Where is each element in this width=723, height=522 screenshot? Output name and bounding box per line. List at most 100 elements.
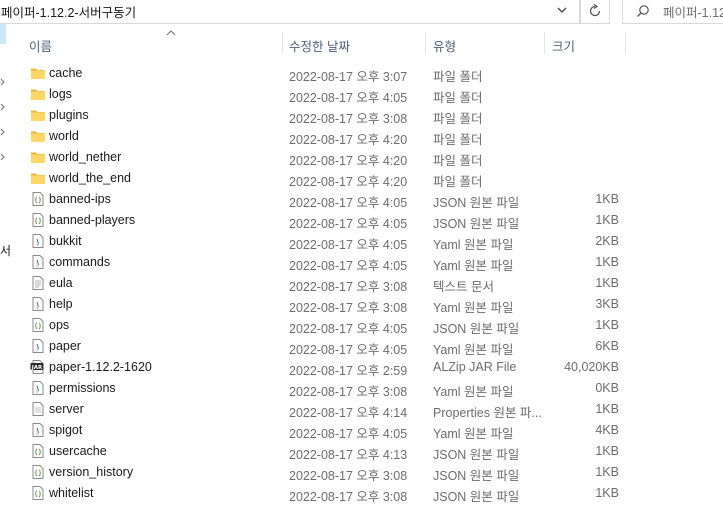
column-divider[interactable]	[625, 32, 626, 54]
file-type: 파일 폴더	[433, 112, 483, 126]
file-name: plugins	[49, 108, 89, 122]
file-name: bukkit	[49, 234, 82, 248]
nav-selected-item[interactable]	[0, 24, 6, 44]
column-divider[interactable]	[282, 32, 283, 54]
search-input[interactable]: 페이퍼-1.12	[663, 2, 723, 21]
file-row[interactable]: permissions 2022-08-17 오후 3:08 Yaml 원본 파일 0…	[0, 378, 723, 399]
file-row[interactable]: eula 2022-08-17 오후 3:08 텍스트 문서 1KB	[0, 273, 723, 294]
yaml-file-icon	[30, 380, 46, 396]
refresh-button[interactable]	[580, 0, 610, 24]
file-row[interactable]: ops 2022-08-17 오후 4:05 JSON 원본 파일 1KB	[0, 315, 723, 336]
column-header: 이름 수정한 날짜 유형 크기	[20, 30, 720, 56]
file-name: paper-1.12.2-1620	[49, 360, 152, 374]
file-type: Yaml 원본 파일	[433, 385, 514, 399]
file-row[interactable]: banned-ips 2022-08-17 오후 4:05 JSON 원본 파일 1K…	[0, 189, 723, 210]
file-row[interactable]: spigot 2022-08-17 오후 4:05 Yaml 원본 파일 4KB	[0, 420, 723, 441]
file-type: 파일 폴더	[433, 91, 483, 105]
file-date-modified: 2022-08-17 오후 3:07	[289, 70, 408, 84]
file-date-modified: 2022-08-17 오후 3:08	[289, 301, 408, 315]
column-type[interactable]: 유형	[433, 36, 456, 55]
file-size: 1KB	[595, 402, 619, 416]
file-name: banned-ips	[49, 192, 111, 206]
column-divider[interactable]	[425, 32, 426, 54]
file-name: spigot	[49, 423, 83, 437]
chevron-down-icon[interactable]	[555, 3, 569, 17]
file-type: JSON 원본 파일	[433, 469, 520, 483]
file-size: 1KB	[595, 465, 619, 479]
file-row[interactable]: usercache 2022-08-17 오후 4:13 JSON 원본 파일 1KB	[0, 441, 723, 462]
json-file-icon	[30, 212, 46, 228]
file-date-modified: 2022-08-17 오후 4:05	[289, 259, 408, 273]
file-size: 1KB	[595, 255, 619, 269]
file-date-modified: 2022-08-17 오후 3:08	[289, 112, 408, 126]
file-row[interactable]: plugins 2022-08-17 오후 3:08 파일 폴더	[0, 105, 723, 126]
file-date-modified: 2022-08-17 오후 4:05	[289, 196, 408, 210]
file-date-modified: 2022-08-17 오후 4:20	[289, 133, 408, 147]
column-name[interactable]: 이름	[29, 36, 52, 55]
file-name: logs	[49, 87, 72, 101]
file-size: 1KB	[595, 486, 619, 500]
file-name: cache	[49, 66, 83, 80]
file-type: JSON 원본 파일	[433, 217, 520, 231]
file-row[interactable]: bukkit 2022-08-17 오후 4:05 Yaml 원본 파일 2KB	[0, 231, 723, 252]
column-size[interactable]: 크기	[552, 36, 575, 55]
file-type: JSON 원본 파일	[433, 322, 520, 336]
folder-icon	[30, 128, 46, 144]
file-row[interactable]: help 2022-08-17 오후 3:08 Yaml 원본 파일 3KB	[0, 294, 723, 315]
address-bar[interactable]: 페이퍼-1.12.2-서버구동기	[0, 0, 580, 24]
file-date-modified: 2022-08-17 오후 4:05	[289, 238, 408, 252]
file-type: Yaml 원본 파일	[433, 259, 514, 273]
file-size: 2KB	[595, 234, 619, 248]
file-type: ALZip JAR File	[433, 360, 517, 374]
file-name: version_history	[49, 465, 134, 479]
file-type: 파일 폴더	[433, 175, 483, 189]
column-divider[interactable]	[544, 32, 545, 54]
file-size: 1KB	[595, 276, 619, 290]
json-file-icon	[30, 485, 46, 501]
file-row[interactable]: version_history 2022-08-17 오후 3:08 JSON 원본…	[0, 462, 723, 483]
file-row[interactable]: world_the_end 2022-08-17 오후 4:20 파일 폴더	[0, 168, 723, 189]
file-row[interactable]: world 2022-08-17 오후 4:20 파일 폴더	[0, 126, 723, 147]
file-size: 6KB	[595, 339, 619, 353]
file-row[interactable]: world_nether 2022-08-17 오후 4:20 파일 폴더	[0, 147, 723, 168]
properties-file-icon	[30, 401, 46, 417]
file-type: Yaml 원본 파일	[433, 427, 514, 441]
sort-ascending-icon	[166, 30, 176, 36]
file-row[interactable]: cache 2022-08-17 오후 3:07 파일 폴더	[0, 63, 723, 84]
file-date-modified: 2022-08-17 오후 4:05	[289, 217, 408, 231]
json-file-icon	[30, 317, 46, 333]
file-row[interactable]: logs 2022-08-17 오후 4:05 파일 폴더	[0, 84, 723, 105]
file-date-modified: 2022-08-17 오후 4:13	[289, 448, 408, 462]
file-type: 파일 폴더	[433, 154, 483, 168]
file-row[interactable]: commands 2022-08-17 오후 4:05 Yaml 원본 파일 1KB	[0, 252, 723, 273]
toolbar: 페이퍼-1.12.2-서버구동기 페이퍼-1.12	[0, 0, 723, 24]
file-date-modified: 2022-08-17 오후 3:08	[289, 385, 408, 399]
file-type: Yaml 원본 파일	[433, 301, 514, 315]
yaml-file-icon	[30, 254, 46, 270]
file-size: 1KB	[595, 444, 619, 458]
file-row[interactable]: JAR paper-1.12.2-1620 2022-08-17 오후 2:59 AL…	[0, 357, 723, 378]
file-date-modified: 2022-08-17 오후 4:05	[289, 427, 408, 441]
file-date-modified: 2022-08-17 오후 3:08	[289, 280, 408, 294]
file-date-modified: 2022-08-17 오후 4:14	[289, 406, 408, 420]
file-name: ops	[49, 318, 70, 332]
file-name: world_nether	[49, 150, 122, 164]
file-size: 1KB	[595, 192, 619, 206]
file-type: JSON 원본 파일	[433, 448, 520, 462]
file-date-modified: 2022-08-17 오후 4:05	[289, 322, 408, 336]
file-type: Properties 원본 파...	[433, 406, 542, 420]
address-path[interactable]: 페이퍼-1.12.2-서버구동기	[1, 2, 136, 21]
file-row[interactable]: paper 2022-08-17 오후 4:05 Yaml 원본 파일 6KB	[0, 336, 723, 357]
file-row[interactable]: server 2022-08-17 오후 4:14 Properties 원본 파.…	[0, 399, 723, 420]
file-type: Yaml 원본 파일	[433, 343, 514, 357]
file-size: 40,020KB	[564, 360, 619, 374]
file-size: 1KB	[595, 213, 619, 227]
file-row[interactable]: banned-players 2022-08-17 오후 4:05 JSON 원본 …	[0, 210, 723, 231]
svg-text:JAR: JAR	[31, 365, 43, 371]
file-name: whitelist	[49, 486, 94, 500]
file-row[interactable]: whitelist 2022-08-17 오후 3:08 JSON 원본 파일 1KB	[0, 483, 723, 504]
folder-icon	[30, 170, 46, 186]
file-name: commands	[49, 255, 111, 269]
column-date-modified[interactable]: 수정한 날짜	[289, 36, 350, 55]
search-box[interactable]: 페이퍼-1.12	[622, 0, 723, 24]
